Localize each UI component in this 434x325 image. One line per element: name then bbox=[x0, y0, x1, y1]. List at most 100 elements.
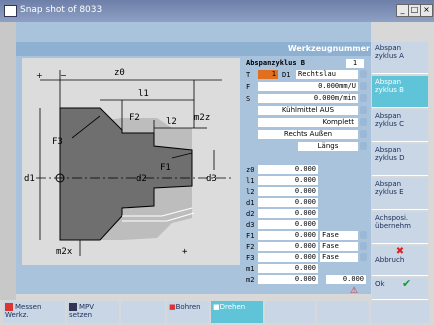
window-title: Snap shot of 8033 bbox=[20, 5, 103, 15]
softkey-right-4[interactable]: Abspan zyklus D bbox=[372, 144, 428, 176]
bottom-softkey-bohren[interactable]: ■Bohren bbox=[167, 301, 209, 323]
param-label: l2 bbox=[246, 188, 255, 196]
spindle-direction-field[interactable]: Rechtslau bbox=[296, 70, 358, 79]
orientation-select[interactable]: Längs bbox=[298, 142, 358, 151]
label-l1: l1 bbox=[138, 89, 149, 99]
mode-select[interactable]: Komplett bbox=[258, 118, 358, 127]
speed-field[interactable]: 0.000m/min bbox=[258, 94, 358, 103]
dropdown-icon[interactable] bbox=[360, 231, 367, 239]
dropdown-icon[interactable] bbox=[360, 118, 367, 126]
turning-icon: ■ bbox=[213, 303, 220, 311]
param-label: z0 bbox=[246, 166, 255, 174]
dropdown-icon[interactable] bbox=[360, 94, 367, 102]
label-d3: d3 bbox=[206, 174, 217, 184]
bottom-softkey-empty-3[interactable] bbox=[317, 301, 369, 323]
param-value-field-2[interactable]: 0.000 bbox=[326, 275, 366, 284]
param-value-field[interactable]: 0.000 bbox=[258, 187, 318, 196]
green-check-icon: ✔ bbox=[402, 277, 412, 290]
dropdown-icon[interactable] bbox=[360, 253, 367, 261]
chamfer-type-field[interactable]: Fase bbox=[320, 242, 358, 251]
cycle-number-field[interactable]: 1 bbox=[346, 59, 364, 68]
param-label: F1 bbox=[246, 232, 255, 240]
softkey-label: Abspan zyklus B bbox=[375, 78, 404, 94]
red-x-icon: ✖ bbox=[395, 246, 405, 257]
bottom-softkey-drehen[interactable]: ■Drehen bbox=[211, 301, 263, 323]
label-m2z: m2z bbox=[194, 113, 210, 123]
label-l2: l2 bbox=[166, 117, 177, 127]
param-value-field[interactable]: 0.000 bbox=[258, 220, 318, 229]
feed-field[interactable]: 0.000mm/U bbox=[258, 82, 358, 91]
f-label: F bbox=[246, 83, 251, 91]
coolant-select[interactable]: Kühlmittel AUS bbox=[258, 106, 358, 115]
label-f1: F1 bbox=[160, 163, 171, 173]
param-label: F3 bbox=[246, 254, 255, 262]
close-button[interactable]: × bbox=[420, 4, 433, 17]
dropdown-icon[interactable] bbox=[360, 82, 367, 90]
dropdown-icon[interactable] bbox=[360, 130, 367, 138]
tool-status-icon: ⚠ bbox=[350, 286, 359, 296]
chamfer-type-field[interactable]: Fase bbox=[320, 231, 358, 240]
t-label: T bbox=[246, 71, 251, 79]
bottom-softkey-messen[interactable]: Messen Werkz. bbox=[3, 301, 65, 323]
drill-icon: ■ bbox=[169, 303, 176, 311]
bottom-softkey-empty-2[interactable] bbox=[265, 301, 315, 323]
param-value-field[interactable]: 0.000 bbox=[258, 209, 318, 218]
bottom-softkey-mpv[interactable]: MPV setzen bbox=[67, 301, 119, 323]
softkey-label: Abbruch bbox=[375, 256, 405, 264]
param-label: d1 bbox=[246, 199, 255, 207]
param-value-field[interactable]: 0.000 bbox=[258, 176, 318, 185]
dropdown-icon[interactable] bbox=[360, 106, 367, 114]
softkey-label: Abspan zyklus A bbox=[375, 44, 404, 60]
chamfer-type-field[interactable]: Fase bbox=[320, 253, 358, 262]
dropdown-icon[interactable] bbox=[360, 242, 367, 250]
label-f3: F3 bbox=[52, 137, 63, 147]
param-value-field[interactable]: 0.000 bbox=[258, 198, 318, 207]
label-z0: z0 bbox=[114, 68, 125, 78]
cycle-label: Abspanzyklus B bbox=[246, 59, 306, 67]
t-field[interactable]: 1 bbox=[258, 70, 278, 79]
label-d2: d2 bbox=[136, 174, 147, 184]
softkey-right-1[interactable]: Abspan zyklus A bbox=[372, 42, 428, 74]
softkey-right-3[interactable]: Abspan zyklus C bbox=[372, 110, 428, 142]
dropdown-icon[interactable] bbox=[360, 142, 367, 150]
d-label: D1 bbox=[282, 71, 291, 79]
softkey-right-6[interactable]: Achsposi. übernehm bbox=[372, 212, 428, 244]
label-d1: d1 bbox=[24, 174, 35, 184]
softkey-right-2[interactable]: Abspan zyklus B bbox=[372, 76, 428, 108]
left-gutter bbox=[0, 22, 16, 300]
softkey-right-8[interactable]: ✔ Ok bbox=[372, 278, 428, 300]
parameter-panel: Abspanzyklus B 1 T 1 D1 Rechtslau F 0.00… bbox=[242, 58, 370, 293]
cycle-drawing: + − z0 l1 l2 F2 m2z F3 F1 d1 d2 d3 m2x + bbox=[22, 58, 240, 265]
param-value-field[interactable]: 0.000 bbox=[258, 231, 318, 240]
param-value-field[interactable]: 0.000 bbox=[258, 242, 318, 251]
param-label: d3 bbox=[246, 221, 255, 229]
param-label: d2 bbox=[246, 210, 255, 218]
minus-sign: − bbox=[60, 71, 67, 80]
window-titlebar: Snap shot of 8033 _ □ × bbox=[0, 0, 434, 22]
side-select[interactable]: Rechts Außen bbox=[258, 130, 358, 139]
softkey-label: Ok bbox=[375, 280, 385, 288]
softkey-label: Abspan zyklus E bbox=[375, 180, 404, 196]
app-icon bbox=[4, 5, 17, 17]
softkey-right-5[interactable]: Abspan zyklus E bbox=[372, 178, 428, 210]
bottom-softkey-empty-4[interactable] bbox=[371, 301, 429, 323]
label-m2x: m2x bbox=[56, 247, 73, 257]
label-f2: F2 bbox=[129, 113, 140, 123]
param-value-field[interactable]: 0.000 bbox=[258, 165, 318, 174]
plus-sign-2: + bbox=[182, 247, 188, 257]
param-value-field[interactable]: 0.000 bbox=[258, 264, 318, 273]
plus-sign: + bbox=[36, 71, 43, 80]
measure-icon bbox=[5, 303, 13, 311]
param-label: m2 bbox=[246, 276, 255, 284]
cycle-diagram-svg: + − z0 l1 l2 F2 m2z F3 F1 d1 d2 d3 m2x + bbox=[24, 68, 232, 257]
dropdown-icon[interactable] bbox=[360, 70, 367, 78]
softkey-label: Abspan zyklus D bbox=[375, 146, 405, 162]
softkey-right-7[interactable]: ✖ Abbruch bbox=[372, 246, 428, 276]
param-value-field[interactable]: 0.000 bbox=[258, 275, 318, 284]
param-value-field[interactable]: 0.000 bbox=[258, 253, 318, 262]
softkey-label: Abspan zyklus C bbox=[375, 112, 405, 128]
param-label: l1 bbox=[246, 177, 255, 185]
bottom-softkey-empty-1[interactable] bbox=[121, 301, 165, 323]
tool-number-label: Werkzeugnummer bbox=[287, 44, 370, 53]
param-label: m1 bbox=[246, 265, 255, 273]
